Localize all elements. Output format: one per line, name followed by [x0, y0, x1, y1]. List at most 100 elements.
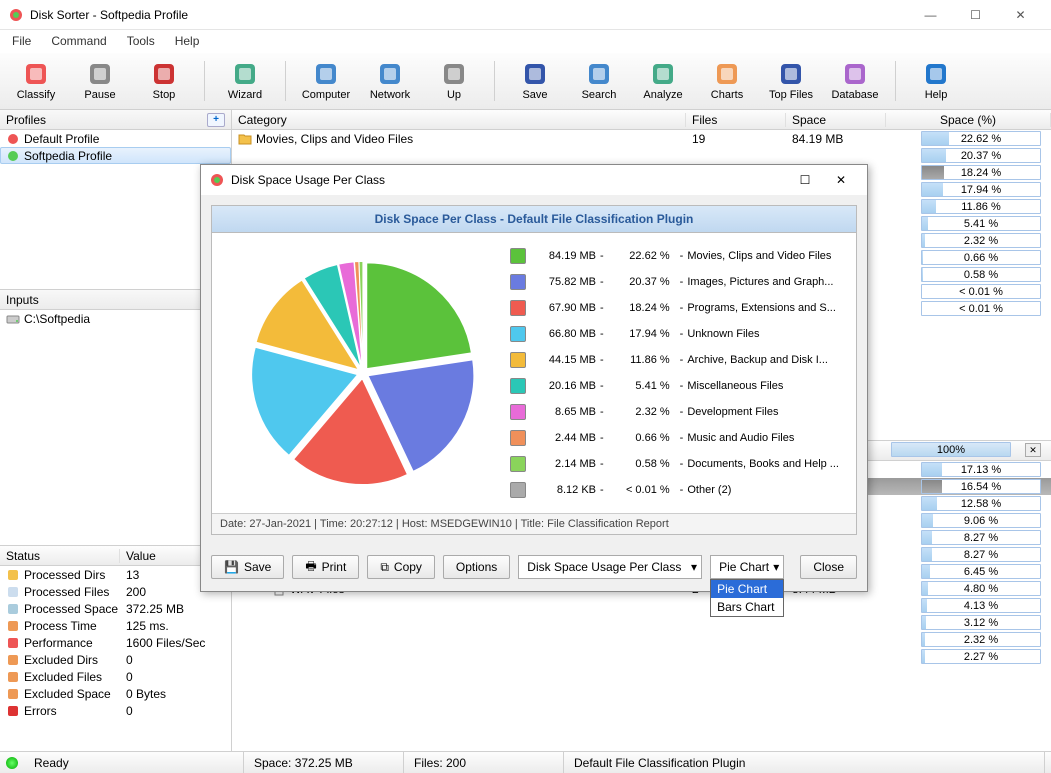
- dlg-save-button[interactable]: 💾Save: [211, 555, 284, 579]
- legend-row: 44.15 MB-11.86 %-Archive, Backup and Dis…: [510, 347, 840, 373]
- chart-footer: Date: 27-Jan-2021 | Time: 20:27:12 | Hos…: [212, 513, 856, 534]
- legend-swatch: [510, 326, 526, 342]
- status-row[interactable]: Errors 0: [0, 702, 231, 719]
- database-button[interactable]: Database: [827, 56, 883, 106]
- menu-command[interactable]: Command: [43, 32, 114, 50]
- status-row[interactable]: Performance1600 Files/Sec: [0, 634, 231, 651]
- status-row[interactable]: Excluded Space0 Bytes: [0, 685, 231, 702]
- dropdown-option[interactable]: Pie Chart: [711, 580, 783, 598]
- chart-type-combo[interactable]: Pie Chart▾ Pie Chart Bars Chart: [710, 555, 784, 579]
- pause-button[interactable]: Pause: [72, 56, 128, 106]
- toolbar: Classify PauseStop Wizard ComputerNetworkUp…: [0, 52, 1051, 110]
- legend-pct: 2.32 %: [614, 406, 670, 418]
- dialog-buttons: 💾Save 🖶Print ⧉Copy Options Disk Space Us…: [201, 545, 867, 591]
- status-row[interactable]: Processed Dirs13: [0, 566, 231, 583]
- stop-button[interactable]: Stop: [136, 56, 192, 106]
- report-type-combo[interactable]: Disk Space Usage Per Class▾: [518, 555, 702, 579]
- col-status[interactable]: Status: [0, 549, 120, 563]
- folder-icon: [238, 132, 252, 146]
- col-space-pct[interactable]: Space (%): [886, 113, 1051, 127]
- legend-row: 84.19 MB-22.62 %-Movies, Clips and Video…: [510, 243, 840, 269]
- profile-name: Softpedia Profile: [24, 149, 112, 163]
- col-space[interactable]: Space: [786, 113, 886, 127]
- close-button[interactable]: ✕: [998, 1, 1043, 29]
- add-profile-button[interactable]: +: [207, 113, 225, 127]
- ext-pct-bar: 17.13 %: [921, 462, 1041, 477]
- dlg-options-button[interactable]: Options: [443, 555, 510, 579]
- legend-name: Documents, Books and Help ...: [687, 458, 840, 470]
- app-icon: [8, 7, 24, 23]
- analyze-button[interactable]: Analyze: [635, 56, 691, 106]
- space-pct-bar: 18.24 %: [921, 165, 1041, 180]
- status-row[interactable]: Process Time125 ms.: [0, 617, 231, 634]
- legend-name: Music and Audio Files: [687, 432, 840, 444]
- titlebar: Disk Sorter - Softpedia Profile — ☐ ✕: [0, 0, 1051, 30]
- legend-size: 2.14 MB: [536, 458, 596, 470]
- ext-pct-bar: 4.80 %: [921, 581, 1041, 596]
- menu-tools[interactable]: Tools: [119, 32, 163, 50]
- space-pct-bar: < 0.01 %: [921, 301, 1041, 316]
- dlg-copy-button[interactable]: ⧉Copy: [367, 555, 435, 579]
- status-value: 0: [120, 704, 231, 718]
- space-pct-bar: < 0.01 %: [921, 284, 1041, 299]
- topfiles-button[interactable]: Top Files: [763, 56, 819, 106]
- minimize-button[interactable]: —: [908, 1, 953, 29]
- close-ext-button[interactable]: ✕: [1025, 443, 1041, 457]
- dlg-print-button[interactable]: 🖶Print: [292, 555, 359, 579]
- lock-icon: [6, 653, 20, 667]
- up-button[interactable]: Up: [426, 56, 482, 106]
- legend-pct: 11.86 %: [614, 354, 670, 366]
- left-pane: Profiles + Default ProfileSoftpedia Prof…: [0, 110, 232, 751]
- ext-pct-bar: 12.58 %: [921, 496, 1041, 511]
- ext-pct-bar: 2.27 %: [921, 649, 1041, 664]
- save-button[interactable]: Save: [507, 56, 563, 106]
- col-category[interactable]: Category: [232, 113, 686, 127]
- legend-name: Archive, Backup and Disk I...: [687, 354, 840, 366]
- col-files[interactable]: Files: [686, 113, 786, 127]
- ext-pct-bar: 3.12 %: [921, 615, 1041, 630]
- legend-row: 66.80 MB-17.94 %-Unknown Files: [510, 321, 840, 347]
- charts-icon: [714, 61, 740, 87]
- status-row[interactable]: Excluded Files0: [0, 668, 231, 685]
- dropdown-option[interactable]: Bars Chart: [711, 598, 783, 616]
- network-button[interactable]: Network: [362, 56, 418, 106]
- inputs-panel: Inputs + C:\Softpedia: [0, 290, 231, 546]
- maximize-button[interactable]: ☐: [953, 1, 998, 29]
- input-item[interactable]: C:\Softpedia: [0, 310, 231, 327]
- space-pct-bar: 5.41 %: [921, 216, 1041, 231]
- toolbar-label: Save: [522, 89, 547, 101]
- toolbar-label: Classify: [17, 89, 56, 101]
- search-button[interactable]: Search: [571, 56, 627, 106]
- classify-button[interactable]: Classify: [8, 56, 64, 106]
- status-row[interactable]: Excluded Dirs0: [0, 651, 231, 668]
- status-row[interactable]: Processed Files200: [0, 583, 231, 600]
- category-space: 84.19 MB: [786, 132, 886, 146]
- charts-button[interactable]: Charts: [699, 56, 755, 106]
- dialog-close-button[interactable]: ✕: [823, 167, 859, 193]
- dialog-maximize-button[interactable]: ☐: [787, 167, 823, 193]
- menu-help[interactable]: Help: [167, 32, 208, 50]
- computer-button[interactable]: Computer: [298, 56, 354, 106]
- legend-swatch: [510, 378, 526, 394]
- chevron-down-icon: ▾: [773, 560, 779, 574]
- help-button[interactable]: Help: [908, 56, 964, 106]
- wizard-button[interactable]: Wizard: [217, 56, 273, 106]
- profile-item[interactable]: Softpedia Profile: [0, 147, 231, 164]
- status-row[interactable]: Processed Space372.25 MB: [0, 600, 231, 617]
- legend-pct: 20.37 %: [614, 276, 670, 288]
- legend-size: 44.15 MB: [536, 354, 596, 366]
- ext-pct-bar: 16.54 %: [921, 479, 1041, 494]
- space-pct-bar: 17.94 %: [921, 182, 1041, 197]
- category-columns: Category Files Space Space (%): [232, 110, 1051, 130]
- legend-pct: 18.24 %: [614, 302, 670, 314]
- status-name: Errors: [24, 704, 57, 718]
- status-space: Space: 372.25 MB: [244, 752, 404, 773]
- menu-file[interactable]: File: [4, 32, 39, 50]
- profile-item[interactable]: Default Profile: [0, 130, 231, 147]
- dlg-close-button[interactable]: Close: [800, 555, 857, 579]
- chart-legend: 84.19 MB-22.62 %-Movies, Clips and Video…: [498, 243, 840, 503]
- chevron-down-icon: ▾: [691, 560, 697, 574]
- computer-icon: [313, 61, 339, 87]
- legend-name: Development Files: [687, 406, 840, 418]
- legend-size: 67.90 MB: [536, 302, 596, 314]
